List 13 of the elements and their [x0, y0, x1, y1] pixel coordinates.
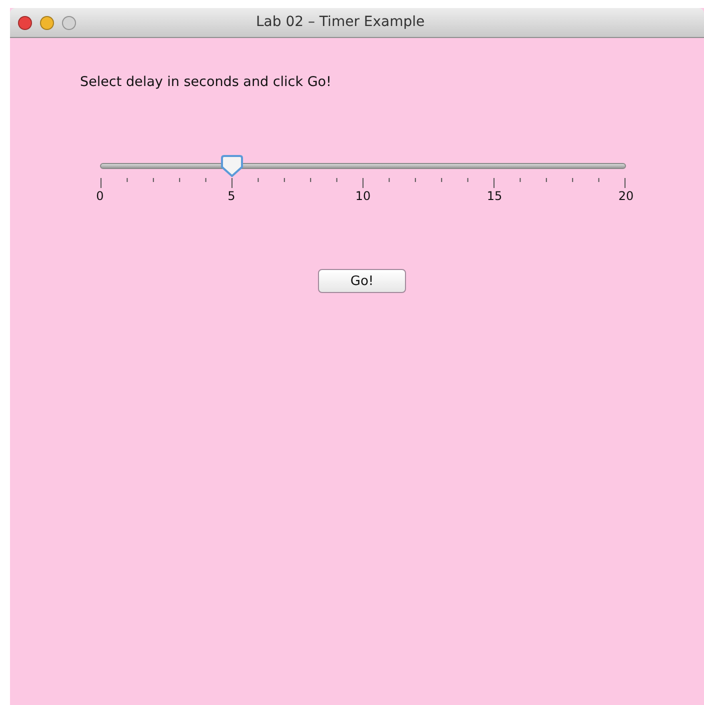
slider-thumb[interactable] [220, 155, 244, 177]
instruction-text: Select delay in seconds and click Go! [80, 74, 332, 90]
tick-label: 10 [354, 189, 372, 203]
close-icon[interactable] [18, 16, 32, 30]
go-button[interactable]: Go! [318, 269, 406, 293]
minimize-icon[interactable] [40, 16, 54, 30]
tick-label: 20 [617, 189, 635, 203]
zoom-icon[interactable] [62, 16, 76, 30]
tick-label: 5 [226, 189, 236, 203]
window-title: Lab 02 – Timer Example [256, 14, 425, 30]
slider-track[interactable] [100, 155, 626, 177]
tick-label: 0 [95, 189, 105, 203]
tick-label: 15 [486, 189, 504, 203]
